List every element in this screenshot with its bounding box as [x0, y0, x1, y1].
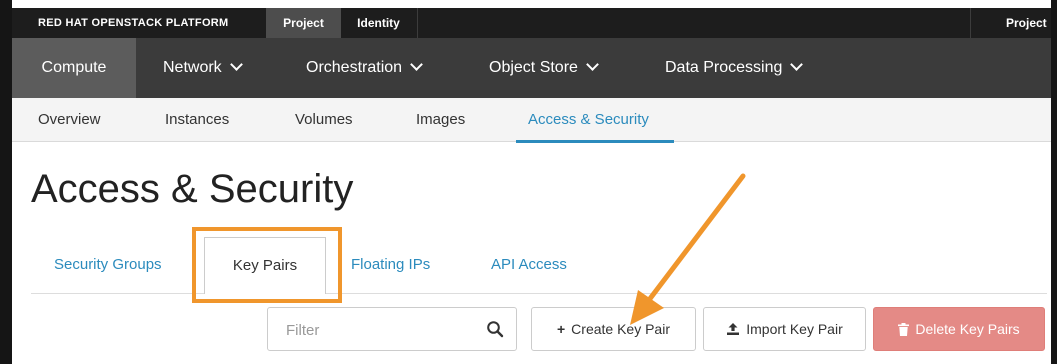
tabs-divider: [31, 293, 1047, 294]
delete-key-pairs-label: Delete Key Pairs: [915, 321, 1020, 337]
subnav-access-security[interactable]: Access & Security: [528, 98, 649, 141]
top-tab-project[interactable]: Project: [266, 8, 341, 38]
top-tab-identity[interactable]: Identity: [341, 8, 416, 38]
chevron-down-icon: [790, 58, 804, 71]
subnav-instances[interactable]: Instances: [165, 98, 229, 141]
nav-data-processing-label: Data Processing: [665, 59, 783, 76]
nav-data-processing[interactable]: Data Processing: [665, 38, 804, 98]
subnav-overview[interactable]: Overview: [38, 98, 101, 141]
active-subnav-indicator: [516, 140, 674, 143]
tab-api-access[interactable]: API Access: [491, 250, 567, 280]
sub-nav: Overview Instances Volumes Images Access…: [12, 98, 1051, 142]
search-icon[interactable]: [486, 320, 504, 338]
right-frame: [1051, 0, 1057, 364]
delete-key-pairs-button[interactable]: Delete Key Pairs: [873, 307, 1045, 351]
tab-floating-ips[interactable]: Floating IPs: [351, 250, 430, 280]
top-divider-right: [970, 8, 971, 38]
subnav-images[interactable]: Images: [416, 98, 465, 141]
nav-orchestration[interactable]: Orchestration: [306, 38, 423, 98]
left-frame: [0, 0, 12, 364]
chevron-down-icon: [229, 58, 243, 71]
page-title: Access & Security: [31, 167, 354, 211]
create-key-pair-button[interactable]: + Create Key Pair: [531, 307, 696, 351]
main-nav: Compute Network Orchestration Object Sto…: [12, 38, 1051, 98]
filter-input[interactable]: [284, 318, 478, 342]
create-key-pair-label: Create Key Pair: [571, 321, 670, 337]
annotation-highlight-box: [192, 227, 342, 303]
upload-icon: [727, 323, 740, 335]
top-divider: [417, 8, 418, 38]
import-key-pair-button[interactable]: Import Key Pair: [703, 307, 866, 351]
nav-object-store-label: Object Store: [489, 59, 578, 76]
plus-icon: +: [556, 321, 566, 337]
chevron-down-icon: [410, 58, 423, 71]
nav-object-store[interactable]: Object Store: [489, 38, 599, 98]
nav-compute-label: Compute: [41, 59, 107, 76]
subnav-volumes[interactable]: Volumes: [295, 98, 353, 141]
filter-field[interactable]: [267, 307, 517, 351]
nav-compute[interactable]: Compute: [12, 38, 136, 98]
top-bar: RED HAT OPENSTACK PLATFORM Project Ident…: [12, 8, 1051, 38]
project-menu[interactable]: Project: [1006, 8, 1047, 38]
trash-icon: [898, 323, 910, 336]
brand-logo-text: RED HAT OPENSTACK PLATFORM: [38, 17, 229, 29]
chevron-down-icon: [586, 58, 599, 71]
nav-orchestration-label: Orchestration: [306, 59, 403, 76]
tab-security-groups[interactable]: Security Groups: [54, 250, 162, 280]
import-key-pair-label: Import Key Pair: [746, 321, 843, 337]
top-border: [0, 0, 1057, 8]
nav-network[interactable]: Network: [163, 38, 243, 98]
nav-network-label: Network: [163, 59, 222, 76]
